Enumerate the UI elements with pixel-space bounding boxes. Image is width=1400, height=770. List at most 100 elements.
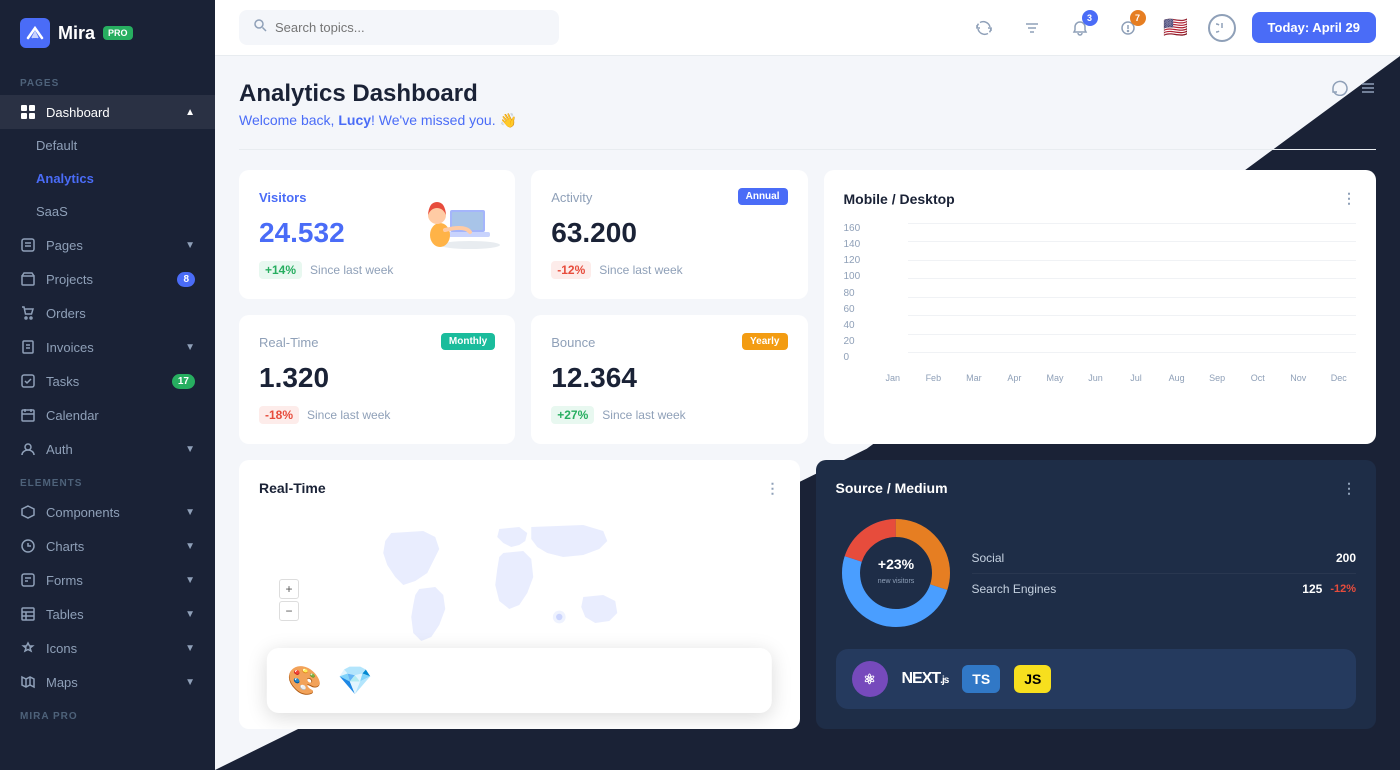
realtime-change: -18% (259, 406, 299, 424)
source-search-value: 125 (1302, 582, 1322, 596)
visitors-since: Since last week (310, 263, 393, 277)
default-label: Default (36, 138, 77, 153)
refresh-icon[interactable] (1332, 80, 1348, 101)
bounce-label-row: Bounce Yearly (551, 335, 787, 350)
javascript-logo: JS (1014, 665, 1051, 693)
username: Lucy (338, 112, 371, 128)
calendar-icon (20, 407, 36, 423)
content-area: Analytics Dashboard Welcome back, Lucy! … (215, 56, 1400, 770)
flag-button[interactable]: 🇺🇸 (1160, 12, 1192, 44)
source-menu-button[interactable]: ⋮ (1342, 480, 1356, 497)
icons-icon (20, 640, 36, 656)
search-icon (253, 18, 267, 37)
sidebar-item-calendar[interactable]: Calendar (0, 398, 215, 432)
label-sep: Sep (1200, 373, 1235, 383)
bar-chart: 0 20 40 60 80 100 120 140 160 (844, 223, 1357, 383)
sidebar-item-maps[interactable]: Maps ▼ (0, 665, 215, 699)
bar-chart-inner: Jan Feb Mar Apr May Jun Jul Aug Sep Oc (876, 223, 1357, 383)
sidebar-item-projects[interactable]: Projects 8 (0, 262, 215, 296)
sidebar-item-analytics[interactable]: Analytics (0, 162, 215, 195)
sidebar-item-pages[interactable]: Pages ▼ (0, 228, 215, 262)
filter-button[interactable] (1016, 12, 1048, 44)
power-button[interactable] (1208, 14, 1236, 42)
sidebar-item-default[interactable]: Default (0, 129, 215, 162)
logo-area: Mira PRO (0, 0, 215, 66)
source-title: Source / Medium (836, 480, 948, 497)
tables-label: Tables (46, 607, 84, 622)
visitors-footer: +14% Since last week (259, 261, 495, 279)
sidebar-item-forms[interactable]: Forms ▼ (0, 563, 215, 597)
realtime-since: Since last week (307, 408, 390, 422)
invoices-icon (20, 339, 36, 355)
bounce-badge: Yearly (742, 333, 787, 350)
sidebar-item-auth[interactable]: Auth ▼ (0, 432, 215, 466)
map-menu-button[interactable]: ⋮ (766, 480, 780, 497)
bars-wrapper (876, 223, 1357, 373)
sidebar: Mira PRO PAGES Dashboard ▲ Default Analy… (0, 0, 215, 770)
header-actions (1332, 80, 1376, 101)
bottom-grid: Real-Time ⋮ + − (239, 460, 1376, 729)
tasks-icon (20, 373, 36, 389)
sidebar-item-tasks[interactable]: Tasks 17 (0, 364, 215, 398)
realtime-footer: -18% Since last week (259, 406, 495, 424)
label-feb: Feb (916, 373, 951, 383)
notifications-button[interactable]: 3 (1064, 12, 1096, 44)
search-box[interactable] (239, 10, 559, 45)
realtime-card: Real-Time Monthly 1.320 -18% Since last … (239, 315, 515, 444)
today-button[interactable]: Today: April 29 (1252, 12, 1376, 43)
label-mar: Mar (957, 373, 992, 383)
bars-container (876, 223, 1357, 227)
maps-chevron: ▼ (185, 677, 195, 688)
icons-chevron: ▼ (185, 643, 195, 654)
tasks-badge: 17 (172, 374, 195, 389)
mira-pro-label: MIRA PRO (0, 699, 215, 728)
sidebar-item-components[interactable]: Components ▼ (0, 495, 215, 529)
realtime-label: Real-Time (259, 335, 318, 350)
logo-icon (20, 18, 50, 48)
middle-stats: Activity Annual 63.200 -12% Since last w… (531, 170, 807, 444)
search-input[interactable] (275, 20, 545, 35)
sidebar-item-tables[interactable]: Tables ▼ (0, 597, 215, 631)
label-may: May (1038, 373, 1073, 383)
pages-label: Pages (46, 238, 83, 253)
sidebar-item-orders[interactable]: Orders (0, 296, 215, 330)
bell-button[interactable]: 7 (1112, 12, 1144, 44)
pro-badge: PRO (103, 26, 133, 40)
sidebar-item-saas[interactable]: SaaS (0, 195, 215, 228)
components-chevron: ▼ (185, 507, 195, 518)
tables-chevron: ▼ (185, 609, 195, 620)
svg-text:new visitors: new visitors (877, 578, 914, 585)
activity-change: -12% (551, 261, 591, 279)
dark-tech-logos: ⚛ NEXT.js TS JS (836, 649, 1357, 709)
analytics-label: Analytics (36, 171, 94, 186)
subtitle-suffix: ! We've missed you. 👋 (371, 112, 517, 128)
components-label: Components (46, 505, 120, 520)
source-search-change: -12% (1330, 583, 1356, 595)
sidebar-item-charts[interactable]: Charts ▼ (0, 529, 215, 563)
invoices-label: Invoices (46, 340, 94, 355)
page-header: Analytics Dashboard Welcome back, Lucy! … (239, 80, 1376, 129)
label-aug: Aug (1159, 373, 1194, 383)
activity-card: Activity Annual 63.200 -12% Since last w… (531, 170, 807, 299)
source-social-name: Social (972, 551, 1005, 565)
grid-lines (908, 223, 1357, 353)
charts-icon (20, 538, 36, 554)
sidebar-item-dashboard[interactable]: Dashboard ▲ (0, 95, 215, 129)
bar-chart-grid: 0 20 40 60 80 100 120 140 160 (844, 223, 1357, 383)
label-dec: Dec (1322, 373, 1357, 383)
settings-icon[interactable] (1360, 80, 1376, 101)
tech-logos: 🎨 💎 (267, 648, 771, 713)
chart-menu-button[interactable]: ⋮ (1342, 190, 1356, 207)
auth-chevron: ▼ (185, 444, 195, 455)
tables-icon (20, 606, 36, 622)
main-area: 3 7 🇺🇸 Today: April 29 Analytics Dashboa… (215, 0, 1400, 770)
sync-button[interactable] (968, 12, 1000, 44)
sidebar-item-invoices[interactable]: Invoices ▼ (0, 330, 215, 364)
mobile-desktop-card: Mobile / Desktop ⋮ 0 20 40 60 80 100 (824, 170, 1377, 444)
sidebar-item-icons[interactable]: Icons ▼ (0, 631, 215, 665)
projects-badge: 8 (177, 272, 195, 287)
charts-chevron: ▼ (185, 541, 195, 552)
label-jan: Jan (876, 373, 911, 383)
realtime-label-row: Real-Time Monthly (259, 335, 495, 350)
projects-label: Projects (46, 272, 93, 287)
